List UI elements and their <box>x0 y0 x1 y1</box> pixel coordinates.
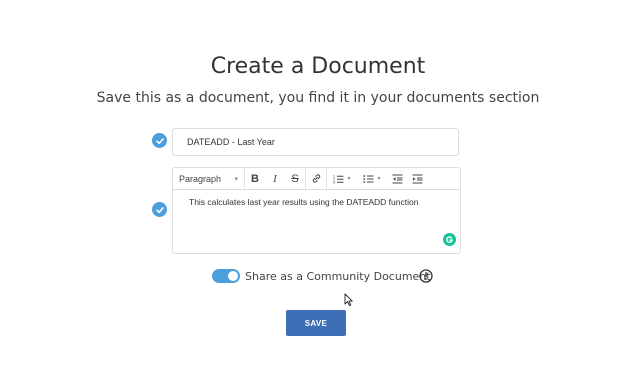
title-valid-check-icon <box>152 133 167 148</box>
info-icon[interactable] <box>419 269 433 283</box>
strikethrough-icon[interactable]: S <box>285 168 305 189</box>
rich-text-editor: Paragraph ▾ B I S 123 ▾ ▾ This calculate… <box>172 167 461 254</box>
italic-icon[interactable]: I <box>265 168 285 189</box>
chevron-down-icon: ▾ <box>377 176 381 182</box>
svg-text:3: 3 <box>333 180 335 184</box>
share-community-label: Share as a Community Document <box>245 270 431 283</box>
indent-icon[interactable] <box>407 168 427 189</box>
save-button[interactable]: SAVE <box>286 310 346 336</box>
editor-toolbar: Paragraph ▾ B I S 123 ▾ ▾ <box>173 168 460 190</box>
paragraph-format-select[interactable]: Paragraph ▾ <box>173 168 245 189</box>
chevron-down-icon: ▾ <box>347 176 351 182</box>
bullet-list-icon[interactable]: ▾ <box>357 168 387 189</box>
bold-icon[interactable]: B <box>245 168 265 189</box>
page-title: Create a Document <box>210 54 426 79</box>
ordered-list-icon[interactable]: 123 ▾ <box>327 168 357 189</box>
outdent-icon[interactable] <box>387 168 407 189</box>
paragraph-format-label: Paragraph <box>179 173 222 184</box>
page-subtitle: Save this as a document, you find it in … <box>96 90 540 106</box>
document-title-input[interactable] <box>172 128 459 156</box>
description-valid-check-icon <box>152 202 167 217</box>
chevron-down-icon: ▾ <box>234 175 238 183</box>
mouse-pointer-icon <box>344 293 353 307</box>
link-icon[interactable] <box>306 168 326 189</box>
grammarly-icon[interactable] <box>443 233 456 246</box>
share-community-toggle[interactable] <box>212 269 240 283</box>
editor-content[interactable]: This calculates last year results using … <box>173 190 460 207</box>
toggle-knob <box>228 271 238 281</box>
